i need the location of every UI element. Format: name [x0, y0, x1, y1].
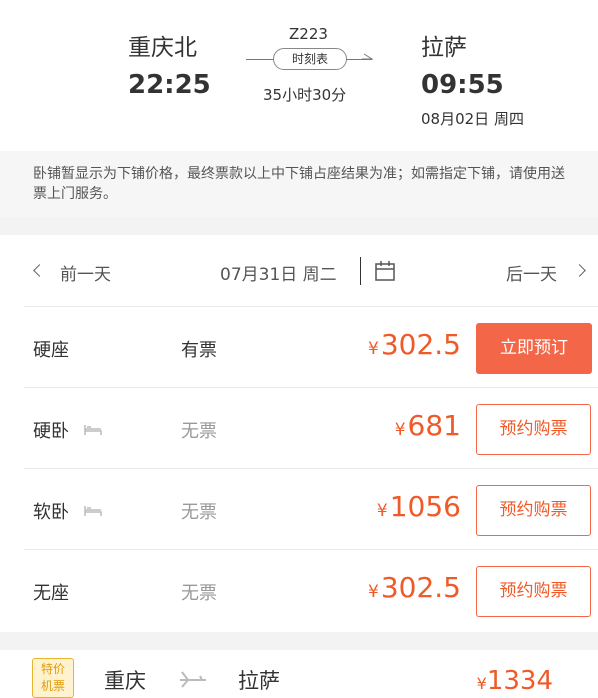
arrival-time: 09:55: [421, 70, 504, 100]
seat-availability: 无票: [181, 421, 217, 442]
row-divider: [24, 549, 598, 550]
seat-type: 软卧: [33, 502, 69, 523]
seat-price: ¥681: [395, 409, 461, 442]
next-day-label: 后一天: [506, 265, 557, 285]
calendar-icon: [375, 261, 395, 281]
currency-symbol: ¥: [376, 501, 388, 521]
badge-line-1: 特价: [40, 662, 65, 676]
price-value: 1334: [486, 666, 553, 696]
arrival-date: 08月02日 周四: [421, 110, 524, 128]
seat-price: ¥302.5: [368, 571, 461, 604]
currency-symbol: ¥: [368, 339, 379, 359]
current-date: 07月31日 周二: [220, 265, 337, 285]
departure-station: 重庆北: [128, 35, 197, 61]
price-value: 302.5: [380, 328, 461, 361]
seat-row-hard-sleeper: 硬卧 无票 ¥681 预约购票: [0, 389, 598, 469]
row-divider: [24, 387, 598, 388]
reserve-ticket-button[interactable]: 预约购票: [476, 404, 591, 455]
row-divider: [24, 468, 598, 469]
seat-row-hard-seat: 硬座 有票 ¥302.5 立即预订: [0, 308, 598, 388]
airplane-icon: [180, 671, 206, 688]
train-number: Z223: [289, 25, 328, 43]
departure-time: 22:25: [128, 70, 211, 100]
arrival-station: 拉萨: [421, 35, 467, 61]
reserve-ticket-button[interactable]: 预约购票: [476, 485, 591, 536]
seat-price: ¥302.5: [368, 328, 461, 361]
next-day-button[interactable]: 后一天: [490, 254, 598, 288]
currency-symbol: ¥: [394, 420, 406, 440]
current-date-picker[interactable]: 07月31日 周二: [218, 254, 408, 288]
currency-symbol: ¥: [476, 674, 487, 693]
seat-availability: 无票: [181, 502, 217, 523]
seat-row-standing: 无座 无票 ¥302.5 预约购票: [0, 551, 598, 631]
chevron-left-icon: [33, 264, 46, 277]
seat-type: 硬座: [33, 340, 69, 361]
date-separator: [360, 257, 361, 285]
date-nav-divider: [24, 306, 598, 307]
arrow-right-icon: [362, 53, 374, 60]
route-line-left: [246, 59, 274, 60]
section-gap: [0, 632, 598, 650]
reserve-ticket-button[interactable]: 预约购票: [476, 566, 591, 617]
flight-promo-row[interactable]: 特价 机票 重庆 拉萨 ¥1334: [0, 650, 598, 698]
seat-availability: 有票: [181, 340, 217, 361]
seat-type: 无座: [33, 583, 69, 604]
bed-icon: [84, 506, 102, 516]
chevron-right-icon: [573, 264, 586, 277]
travel-duration: 35小时30分: [263, 86, 347, 104]
prev-day-button[interactable]: 前一天: [24, 254, 134, 288]
bed-icon: [84, 425, 102, 435]
seat-row-soft-sleeper: 软卧 无票 ¥1056 预约购票: [0, 470, 598, 550]
price-value: 1056: [389, 490, 461, 523]
schedule-button[interactable]: 时刻表: [273, 48, 347, 70]
book-now-button[interactable]: 立即预订: [476, 323, 592, 374]
seat-availability: 无票: [181, 583, 217, 604]
currency-symbol: ¥: [368, 582, 379, 602]
price-notice: 卧铺暂显示为下铺价格，最终票款以上中下铺占座结果为准；如需指定下铺，请使用送票上…: [0, 151, 598, 217]
seat-price: ¥1056: [377, 490, 461, 523]
prev-day-label: 前一天: [60, 265, 111, 285]
section-gap: [0, 217, 598, 235]
price-value: 681: [407, 409, 461, 442]
price-value: 302.5: [380, 571, 461, 604]
seat-type: 硬卧: [33, 421, 69, 442]
special-flight-badge: 特价 机票: [32, 658, 74, 698]
flight-price: ¥1334: [477, 666, 553, 696]
